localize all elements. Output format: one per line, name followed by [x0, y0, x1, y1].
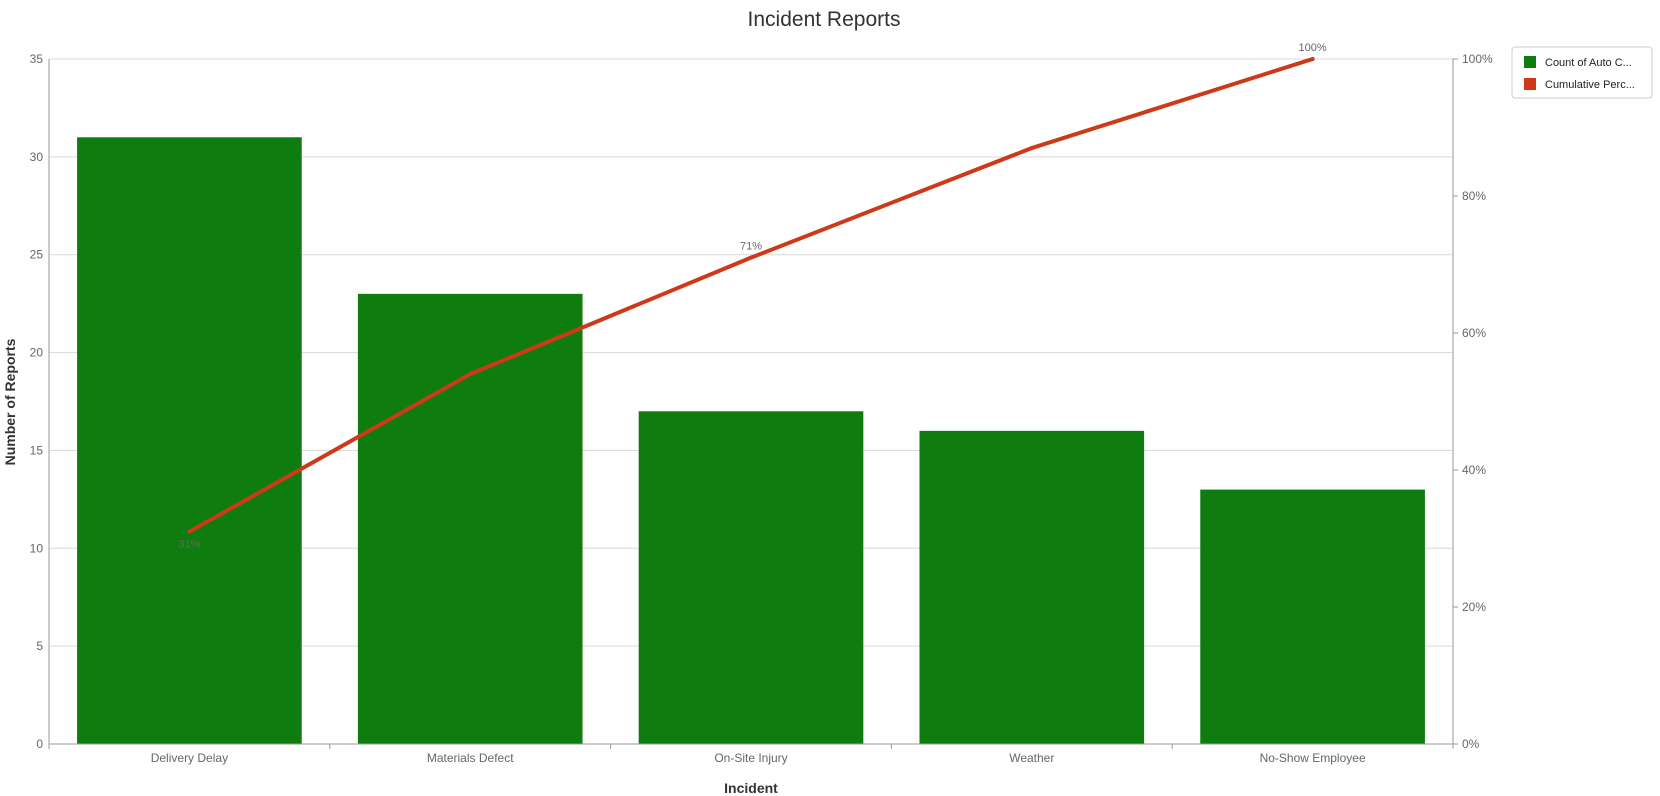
y-left-tick-label: 15 — [30, 443, 44, 457]
x-tick-label: No-Show Employee — [1260, 751, 1366, 765]
bar-series — [77, 137, 1425, 745]
line-point — [749, 255, 753, 260]
y-left-tick-label: 25 — [30, 248, 44, 262]
line-point — [187, 529, 192, 534]
chart-title: Incident Reports — [748, 8, 901, 31]
pareto-chart: Incident Reports Incident Number of Repo… — [0, 0, 1660, 796]
x-axis-title: Incident — [724, 780, 778, 796]
chart-svg: Incident Reports Incident Number of Repo… — [2, 8, 1653, 796]
legend-swatch — [1524, 78, 1536, 90]
y-right-tick-label: 20% — [1462, 600, 1486, 614]
legend-item-label[interactable]: Cumulative Perc... — [1545, 79, 1635, 91]
y-left-tick-label: 10 — [30, 541, 44, 555]
bar — [638, 411, 864, 744]
line-point — [1029, 146, 1034, 151]
x-tick-label: On-Site Injury — [714, 751, 787, 765]
y-right-tick-label: 100% — [1462, 52, 1493, 66]
y-right-tick-label: 40% — [1462, 463, 1486, 477]
y-left-tick-label: 5 — [36, 639, 43, 653]
x-tick-label: Delivery Delay — [151, 751, 228, 765]
y-right-tick-label: 60% — [1462, 326, 1486, 340]
bar — [77, 137, 302, 745]
y-left-tick-label: 30 — [30, 150, 44, 164]
y-right-tick-label: 80% — [1462, 189, 1486, 203]
bar — [1200, 489, 1425, 744]
y-left-tick-label: 0 — [36, 737, 43, 751]
y-left-tick-label: 20 — [30, 346, 44, 360]
data-label: 100% — [1299, 42, 1327, 54]
legend-item-label[interactable]: Count of Auto C... — [1545, 57, 1632, 69]
bar — [919, 430, 1145, 744]
line-point — [468, 372, 473, 377]
data-label: 31% — [178, 539, 200, 551]
bar — [357, 293, 583, 744]
legend-swatch — [1524, 56, 1536, 68]
x-tick-label: Materials Defect — [427, 751, 514, 765]
data-label: 71% — [740, 241, 762, 253]
y-left-tick-label: 35 — [30, 52, 44, 66]
y-axis-title: Number of Reports — [2, 338, 18, 465]
y-right-tick-label: 0% — [1462, 737, 1480, 751]
legend[interactable]: Count of Auto C... Cumulative Perc... — [1511, 46, 1653, 99]
x-tick-label: Weather — [1009, 751, 1054, 765]
line-point — [1310, 57, 1315, 61]
